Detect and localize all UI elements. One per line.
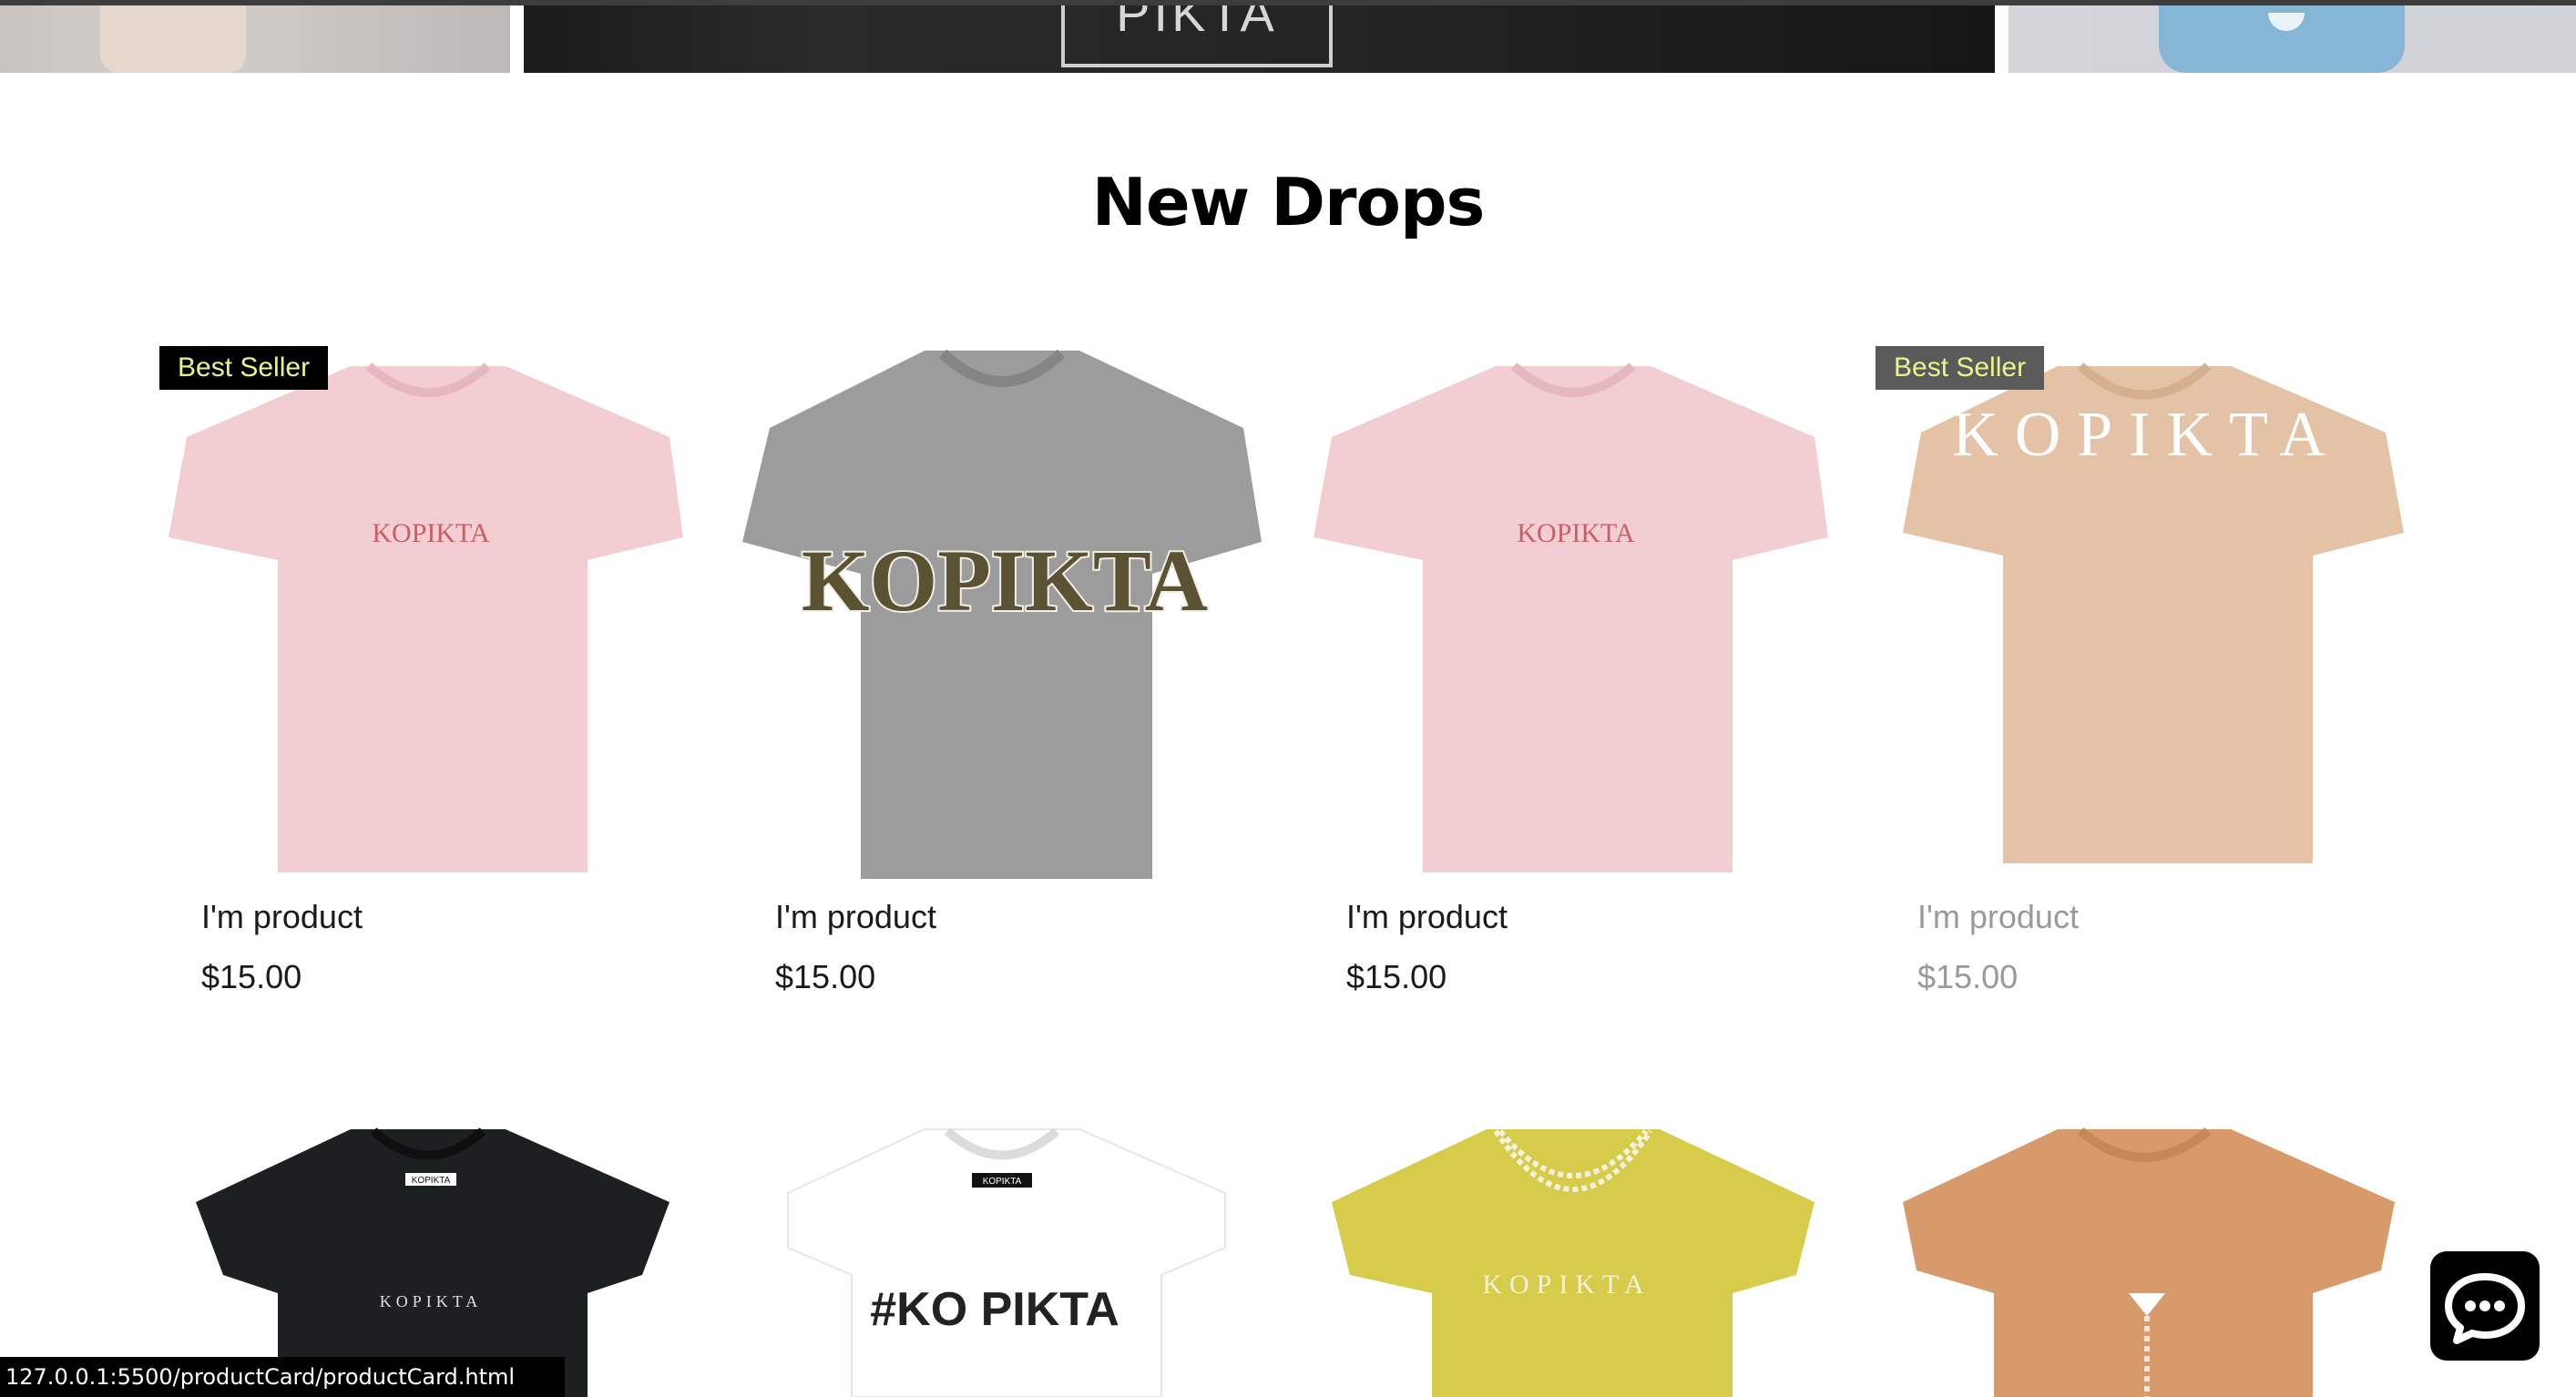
shirt-print-text: KOPIKTA xyxy=(1482,1270,1651,1300)
carousel-slide-center[interactable]: PIKTA xyxy=(524,5,1995,73)
shirt-print-text: KOPIKTA xyxy=(1517,518,1635,548)
shirt-print-text: KOPIKTA xyxy=(372,518,490,548)
best-seller-badge: Best Seller xyxy=(1876,346,2045,390)
section-title: New Drops xyxy=(1091,164,1486,240)
best-seller-badge: Best Seller xyxy=(159,346,329,390)
banner-print-text: PIKTA xyxy=(1061,5,1333,67)
neck-label-text: KOPIKTA xyxy=(983,1177,1022,1187)
shirt-image-fragment xyxy=(100,5,246,73)
product-image[interactable]: KOPIKTA xyxy=(159,346,697,883)
shirt-print-text: KOPIKTA xyxy=(380,1292,483,1310)
chat-bubble-icon xyxy=(2445,1273,2525,1344)
product-image[interactable]: KOPIKTA xyxy=(1876,346,2413,883)
product-image[interactable]: KOPIKTA xyxy=(1304,346,1842,883)
product-name[interactable]: I'm product xyxy=(1346,898,1508,936)
shirt-print-text: KOPIKTA xyxy=(802,532,1208,629)
product-card[interactable]: KOPIKTA #KO PIKTA xyxy=(733,1111,1271,1397)
product-card[interactable]: KOPIKTA KOPIKTA xyxy=(159,1111,697,1397)
product-price: $15.00 xyxy=(1346,958,1447,995)
neck-label-text: KOPIKTA xyxy=(412,1176,451,1186)
product-image: KOPIKTA KOPIKTA xyxy=(196,1127,670,1397)
carousel-slide-right[interactable] xyxy=(2009,5,2576,73)
product-name[interactable]: I'm product xyxy=(201,898,363,936)
chat-button[interactable] xyxy=(2430,1251,2540,1361)
product-name[interactable]: I'm product xyxy=(775,898,936,936)
product-image[interactable]: KOPIKTA xyxy=(733,346,1271,883)
product-price: $15.00 xyxy=(775,958,876,995)
product-name[interactable]: I'm product xyxy=(1917,898,2079,936)
product-price: $15.00 xyxy=(1917,958,2019,995)
shirt-image-fragment xyxy=(2159,5,2405,73)
product-image: KOPIKTA #KO PIKTA xyxy=(787,1127,1226,1397)
shirt-print-text: KOPIKTA xyxy=(1952,400,2342,470)
browser-status-url: 127.0.0.1:5500/productCard/productCard.h… xyxy=(0,1357,565,1397)
carousel-slide-left[interactable] xyxy=(0,5,510,73)
product-card[interactable]: KOPIKTA xyxy=(1304,1111,1842,1397)
shirt-print-text: #KO PIKTA xyxy=(870,1283,1119,1336)
product-image: KOPIKTA xyxy=(1332,1129,1814,1397)
product-price: $15.00 xyxy=(201,958,302,995)
product-card[interactable] xyxy=(1876,1111,2413,1397)
product-image xyxy=(1903,1127,2395,1397)
